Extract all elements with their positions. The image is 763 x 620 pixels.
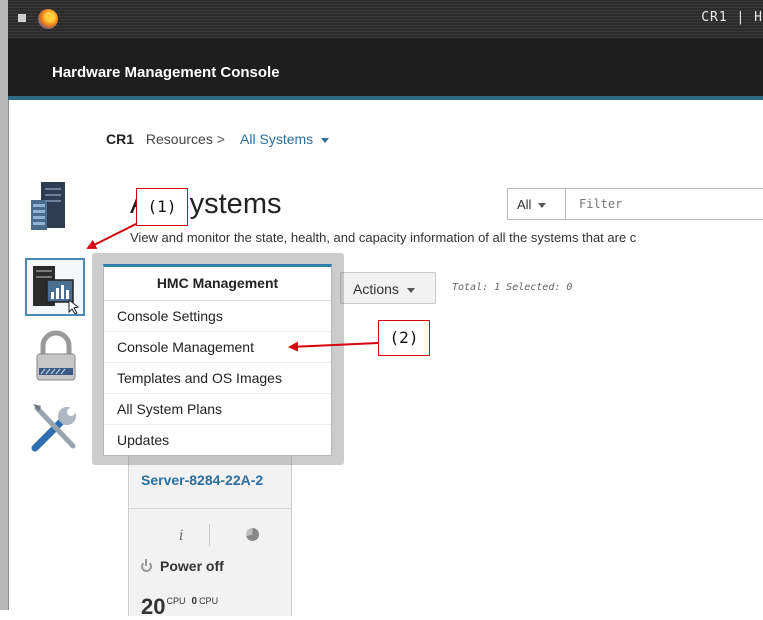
annotation-arrow-2 <box>288 341 379 352</box>
annotation-arrow-1 <box>86 222 139 249</box>
annotation-callout-2: (2) <box>378 320 430 356</box>
annotation-arrows <box>86 222 379 352</box>
annotation-callout-1: (1) <box>136 188 188 226</box>
